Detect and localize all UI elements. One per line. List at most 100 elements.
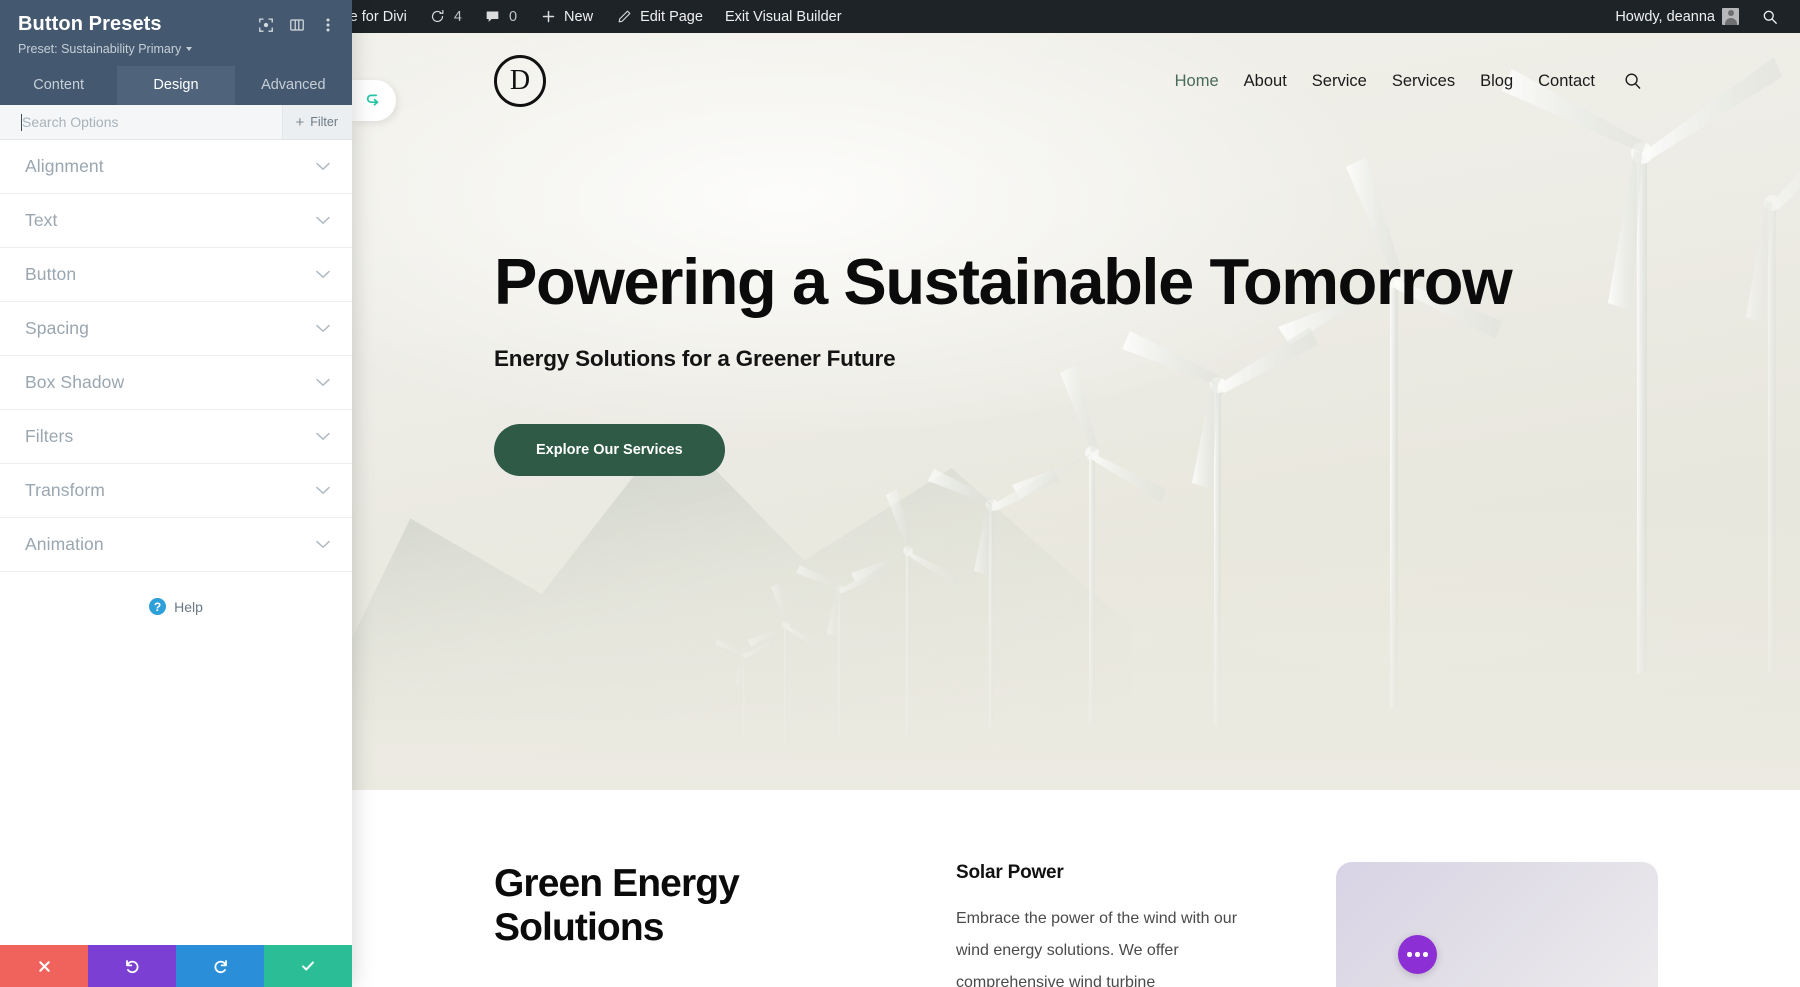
- nav-link-about[interactable]: About: [1244, 72, 1287, 91]
- hero-section: D Home About Service Services Blog Conta…: [352, 33, 1800, 790]
- section-intro-column: Green Energy Solutions: [494, 862, 794, 987]
- adminbar-new-label: New: [564, 8, 594, 25]
- hero-content: Powering a Sustainable Tomorrow Energy S…: [494, 245, 1513, 476]
- visual-builder-return-tab[interactable]: [352, 80, 396, 121]
- nav-link-home[interactable]: Home: [1175, 72, 1219, 91]
- chevron-down-icon: [316, 158, 330, 176]
- pencil-icon: [615, 8, 633, 26]
- chevron-down-icon: [316, 320, 330, 338]
- adminbar-howdy-label: Howdy, deanna: [1615, 8, 1715, 25]
- focus-target-icon[interactable]: [257, 16, 274, 33]
- section-alignment[interactable]: Alignment: [0, 140, 352, 194]
- explore-services-button[interactable]: Explore Our Services: [494, 423, 725, 476]
- preset-selector[interactable]: Preset: Sustainability Primary: [18, 42, 336, 56]
- nav-link-blog[interactable]: Blog: [1480, 72, 1513, 91]
- plus-icon: [539, 8, 557, 26]
- undo-button[interactable]: [88, 945, 176, 987]
- section-text-label: Text: [25, 210, 58, 230]
- divi-logo-letter: D: [509, 65, 531, 96]
- feature-column-solar: Solar Power Embrace the power of the win…: [956, 862, 1256, 987]
- check-icon: [302, 961, 314, 971]
- help-link[interactable]: ? Help: [0, 572, 352, 615]
- chevron-down-icon: [316, 374, 330, 392]
- adminbar-updates[interactable]: 4: [418, 0, 473, 33]
- section-transform[interactable]: Transform: [0, 464, 352, 518]
- adminbar-exit-visual-builder[interactable]: Exit Visual Builder: [714, 0, 853, 33]
- adminbar-edit-page[interactable]: Edit Page: [604, 0, 714, 33]
- section-box-shadow-label: Box Shadow: [25, 372, 125, 392]
- section-transform-label: Transform: [25, 480, 105, 500]
- primary-navigation: Home About Service Services Blog Contact: [1175, 72, 1642, 91]
- chevron-down-icon: [316, 428, 330, 446]
- layout-columns-icon[interactable]: [288, 16, 305, 33]
- chevron-down-icon: [186, 47, 193, 51]
- chevron-down-icon: [316, 212, 330, 230]
- search-input[interactable]: [22, 114, 283, 130]
- updates-refresh-icon: [429, 8, 447, 26]
- chevron-down-icon: [316, 482, 330, 500]
- hero-haze: [352, 490, 1800, 790]
- search-icon: [1761, 8, 1779, 26]
- nav-link-contact[interactable]: Contact: [1538, 72, 1595, 91]
- section-button-label: Button: [25, 264, 77, 284]
- text-cursor: [21, 114, 22, 131]
- module-options-fab[interactable]: [1398, 935, 1437, 974]
- hero-heading: Powering a Sustainable Tomorrow: [494, 245, 1513, 318]
- panel-title: Button Presets: [18, 13, 162, 35]
- nav-link-services[interactable]: Services: [1392, 72, 1455, 91]
- comments-count: 0: [508, 8, 518, 25]
- chevron-down-icon: [316, 536, 330, 554]
- site-header: D Home About Service Services Blog Conta…: [352, 33, 1800, 129]
- module-settings-panel: Button Presets Preset: Sustainability Pr…: [0, 0, 352, 987]
- tab-design[interactable]: Design: [117, 66, 235, 105]
- ellipsis-horizontal-icon: [1407, 952, 1412, 957]
- feature-title: Solar Power: [956, 862, 1064, 883]
- adminbar-comments[interactable]: 0: [473, 0, 528, 33]
- section-alignment-label: Alignment: [25, 156, 104, 176]
- nav-link-service[interactable]: Service: [1312, 72, 1367, 91]
- panel-search-bar: + Filter: [0, 105, 352, 140]
- help-question-icon: ?: [149, 598, 167, 615]
- return-arrow-icon: [366, 94, 378, 106]
- tab-advanced[interactable]: Advanced: [234, 66, 352, 105]
- comment-bubble-icon: [484, 8, 502, 26]
- adminbar-exit-visual-builder-label: Exit Visual Builder: [724, 8, 842, 25]
- search-icon[interactable]: [1624, 72, 1642, 90]
- save-button[interactable]: [264, 945, 352, 987]
- panel-action-bar: [0, 945, 352, 987]
- panel-header: Button Presets Preset: Sustainability Pr…: [0, 0, 352, 66]
- search-field-wrapper: [0, 105, 283, 139]
- section-filters[interactable]: Filters: [0, 410, 352, 464]
- adminbar-howdy[interactable]: Howdy, deanna: [1604, 0, 1750, 33]
- feature-description: Embrace the power of the wind with our w…: [956, 910, 1238, 987]
- plus-icon: +: [295, 113, 305, 131]
- tab-content[interactable]: Content: [0, 66, 118, 105]
- chevron-down-icon: [316, 266, 330, 284]
- divi-logo[interactable]: D: [494, 55, 546, 107]
- section-text[interactable]: Text: [0, 194, 352, 248]
- close-x-icon: [38, 960, 50, 972]
- adminbar-search[interactable]: [1750, 0, 1790, 33]
- green-energy-section: Green Energy Solutions Solar Power Embra…: [352, 790, 1800, 987]
- hero-subheading: Energy Solutions for a Greener Future: [494, 345, 896, 371]
- panel-tabs: Content Design Advanced: [0, 66, 352, 105]
- avatar: [1722, 8, 1739, 25]
- filter-button-label: Filter: [310, 115, 338, 129]
- section-button[interactable]: Button: [0, 248, 352, 302]
- redo-button[interactable]: [176, 945, 264, 987]
- section-spacing[interactable]: Spacing: [0, 302, 352, 356]
- vertical-ellipsis-icon[interactable]: [319, 16, 336, 33]
- updates-count: 4: [453, 8, 462, 25]
- feature-image-placeholder: [1336, 862, 1658, 987]
- help-label: Help: [174, 598, 203, 615]
- filter-button[interactable]: + Filter: [282, 105, 352, 139]
- section-animation-label: Animation: [25, 534, 104, 554]
- adminbar-new[interactable]: New: [528, 0, 604, 33]
- ellipsis-horizontal-icon: [1423, 952, 1428, 957]
- section-filters-label: Filters: [25, 426, 74, 446]
- design-options-list[interactable]: Alignment Text Button Spacing Box Shadow: [0, 140, 352, 945]
- section-box-shadow[interactable]: Box Shadow: [0, 356, 352, 410]
- discard-button[interactable]: [0, 945, 88, 987]
- section-animation[interactable]: Animation: [0, 518, 352, 572]
- section-heading: Green Energy Solutions: [494, 862, 740, 949]
